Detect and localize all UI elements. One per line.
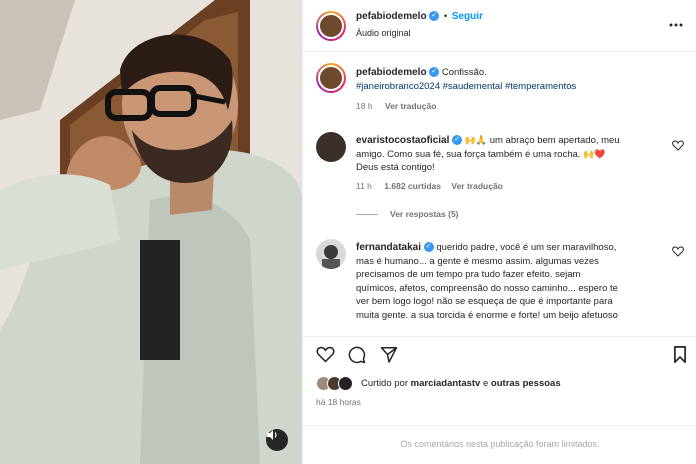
liked-by-others[interactable]: outras pessoas (491, 378, 561, 389)
caption-hashtags[interactable]: #janeirobranco2024 #saudemental #tempera… (356, 81, 576, 92)
verified-icon: ✓ (429, 67, 440, 78)
photo-illustration (0, 0, 302, 464)
bookmark-icon[interactable] (673, 346, 687, 363)
comment-translate-link[interactable]: Ver tradução (451, 181, 503, 191)
post-header: pefabiodemelo ✓ • Seguir Áudio original (303, 0, 696, 52)
post-time[interactable]: há 18 horas (316, 397, 361, 407)
comment-text: químicos, afetos, compreensão do nosso c… (356, 282, 618, 294)
comment-meta: 11 h 1.682 curtidas Ver tradução (356, 181, 503, 191)
liked-by-connector: e (482, 378, 489, 389)
caption-text: pefabiodemelo ✓ Confissão. #janeirobranc… (356, 66, 676, 93)
audio-subtitle[interactable]: Áudio original (356, 28, 411, 38)
caption-body: Confissão. (441, 67, 487, 78)
comment-likes[interactable]: 1.682 curtidas (384, 181, 441, 191)
comment-icon[interactable] (348, 346, 366, 364)
comment-emoji: 🙌❤️ (583, 148, 606, 159)
post-side-panel: pefabiodemelo ✓ • Seguir Áudio original … (302, 0, 696, 464)
caption-username[interactable]: pefabiodemelo (356, 67, 427, 78)
caption-meta: 18 h Ver tradução (356, 101, 436, 111)
view-replies-label[interactable]: Ver respostas (5) (390, 209, 459, 219)
comment-text: um abraço bem apertado, meu (489, 135, 620, 146)
instagram-post: pefabiodemelo ✓ • Seguir Áudio original … (0, 0, 696, 464)
liked-by-user[interactable]: marciadantastv (411, 378, 481, 389)
comment-text: querido padre, você é um ser maravilhoso… (436, 242, 617, 253)
liked-by-text: Curtido por marciadantastv e outras pess… (361, 378, 561, 389)
header-separator: • (443, 11, 448, 22)
speaker-icon[interactable] (266, 429, 288, 451)
commenter-avatar[interactable] (316, 239, 346, 269)
comment-time: 11 h (356, 181, 372, 191)
comment-username[interactable]: fernandatakai (356, 242, 421, 253)
share-icon[interactable] (380, 346, 398, 363)
comment-text: muita gente. a sua torcida é enorme e fo… (356, 309, 618, 321)
comments-limited-notice: Os comentários nesta publicação foram li… (303, 425, 696, 464)
author-avatar[interactable] (316, 11, 346, 41)
avatar (338, 376, 353, 391)
post-photo[interactable] (0, 0, 302, 464)
verified-icon: ✓ (423, 242, 434, 253)
verified-icon: ✓ (452, 135, 463, 146)
comment-text: mas é humano... a gente é mesmo assim. a… (356, 255, 599, 267)
view-replies[interactable]: Ver respostas (5) (356, 209, 459, 219)
liked-by-avatars[interactable] (316, 376, 356, 392)
comment-fernandatakai: fernandatakai ✓ querido padre, você é um… (356, 241, 676, 322)
comment-evaristo: evaristocostaoficial ✓ 🙌🙏 um abraço bem … (356, 134, 656, 175)
comment-emoji: 🙌🙏 (464, 135, 488, 145)
comment-like-heart-icon[interactable] (672, 246, 684, 257)
comment-like-heart-icon[interactable] (672, 140, 684, 151)
more-options-icon[interactable] (669, 19, 683, 30)
caption-time: 18 h (356, 101, 373, 111)
liked-by-prefix: Curtido por (361, 378, 408, 389)
comment-username[interactable]: evaristocostaoficial (356, 135, 449, 146)
verified-icon: ✓ (429, 11, 440, 22)
comment-text: Deus está contigo! (356, 162, 435, 173)
heart-icon[interactable] (316, 346, 335, 363)
comment-text: amigo. Como sua fé, sua força também é u… (356, 148, 581, 160)
caption-translate-link[interactable]: Ver tradução (385, 101, 437, 111)
comment-text: ver bem logo logo! não se esqueça de que… (356, 296, 613, 307)
author-username[interactable]: pefabiodemelo (356, 11, 427, 22)
follow-button[interactable]: Seguir (452, 11, 483, 22)
caption-avatar[interactable] (316, 63, 346, 93)
commenter-avatar[interactable] (316, 132, 346, 162)
comment-text: precisamos de um tempo pra tudo fazer ef… (356, 269, 581, 280)
